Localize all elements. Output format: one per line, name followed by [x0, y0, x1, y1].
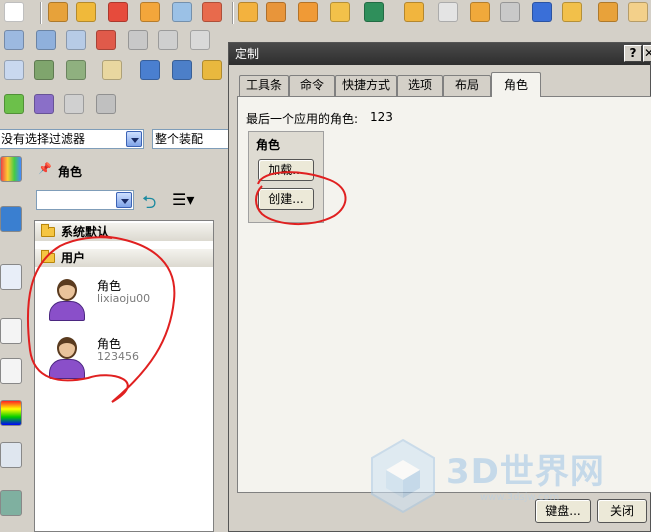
- draft-icon[interactable]: [404, 2, 424, 22]
- roles-panel: 📌 角色 ⮌ ☰▾ 系统默认 用户 角色 lixiaoju00 角色 12345…: [24, 152, 224, 532]
- group-label: 系统默认: [61, 225, 110, 239]
- trim-icon[interactable]: [500, 2, 520, 22]
- edge-blend-icon[interactable]: [438, 2, 458, 22]
- reference-set-icon[interactable]: [66, 60, 86, 80]
- pin-icon[interactable]: 📌: [38, 162, 52, 175]
- role-item[interactable]: 角色 lixiaoju00: [47, 275, 207, 329]
- boolean-icon[interactable]: [330, 2, 350, 22]
- tree-icon[interactable]: [34, 94, 54, 114]
- bridge-icon[interactable]: [128, 30, 148, 50]
- tab-commands[interactable]: 命令: [289, 75, 335, 96]
- back-arrow-icon[interactable]: ⮌: [142, 190, 156, 220]
- load-button[interactable]: 加载...: [258, 159, 314, 181]
- create-button[interactable]: 创建...: [258, 188, 314, 210]
- color-bar-icon[interactable]: [0, 400, 22, 426]
- tab-toolbars[interactable]: 工具条: [239, 75, 289, 96]
- dialog-titlebar[interactable]: 定制: [229, 43, 650, 65]
- assembly-navigator-icon[interactable]: [0, 156, 22, 182]
- roles-tab-icon[interactable]: [0, 490, 22, 516]
- dialog-title: 定制: [235, 47, 260, 61]
- roles-list: 系统默认 用户 角色 lixiaoju00 角色 123456: [34, 220, 214, 532]
- watermark-text: 3D世界网: [446, 452, 605, 492]
- cube-logo-icon: [371, 438, 435, 514]
- offset-icon[interactable]: [532, 2, 552, 22]
- group-system-default[interactable]: 系统默认: [35, 223, 213, 241]
- user-avatar-icon: [47, 275, 87, 321]
- role-item[interactable]: 角色 123456: [47, 333, 207, 387]
- sweep-icon[interactable]: [172, 2, 192, 22]
- last-role-value: 123: [370, 110, 393, 124]
- toolbar-separator: [232, 2, 234, 24]
- part-navigator-icon[interactable]: [0, 264, 22, 290]
- user-avatar-icon: [47, 333, 87, 379]
- ruled-icon[interactable]: [96, 30, 116, 50]
- selection-filter-value: 没有选择过滤器: [1, 132, 86, 146]
- chamfer-icon[interactable]: [470, 2, 490, 22]
- shell-icon[interactable]: [202, 2, 222, 22]
- boss-icon[interactable]: [140, 2, 160, 22]
- constraint-icon[interactable]: [172, 60, 192, 80]
- role-groupbox: 角色 加载... 创建...: [248, 131, 324, 223]
- measure-icon[interactable]: [96, 94, 116, 114]
- layer-icon[interactable]: [34, 60, 54, 80]
- palette-icon[interactable]: [0, 358, 22, 384]
- role-user: 123456: [97, 350, 139, 363]
- tab-options[interactable]: 选项: [397, 75, 443, 96]
- surface-icon[interactable]: [628, 2, 648, 22]
- chevron-down-icon[interactable]: [126, 131, 142, 147]
- role-group-label: 角色: [256, 138, 281, 152]
- tools-icon[interactable]: [0, 442, 22, 468]
- assembly-icon[interactable]: [364, 2, 384, 22]
- list-view-icon[interactable]: ☰▾: [172, 190, 194, 209]
- last-role-label: 最后一个应用的角色:: [246, 112, 359, 126]
- cylinder-icon[interactable]: [562, 2, 582, 22]
- edit-icon[interactable]: [102, 60, 122, 80]
- help-button[interactable]: ?: [624, 45, 642, 62]
- pattern-icon[interactable]: [266, 2, 286, 22]
- tab-layout[interactable]: 布局: [443, 75, 491, 96]
- watermark: 3D世界网 www.3dsjw.com: [368, 436, 638, 516]
- extrude-icon[interactable]: [48, 2, 68, 22]
- roles-tab-page: 最后一个应用的角色: 123 角色 加载... 创建...: [237, 96, 651, 493]
- grid-surface-icon[interactable]: [36, 30, 56, 50]
- close-icon[interactable]: ✕: [643, 45, 651, 62]
- group-user[interactable]: 用户: [35, 249, 213, 267]
- replace-icon[interactable]: [202, 60, 222, 80]
- datum-plane-icon[interactable]: [238, 2, 258, 22]
- folder-icon: [41, 224, 55, 237]
- chevron-down-icon[interactable]: [116, 192, 132, 208]
- check-icon[interactable]: [4, 94, 24, 114]
- history-icon[interactable]: [0, 318, 22, 344]
- wave-link-icon[interactable]: [4, 60, 24, 80]
- hole-icon[interactable]: [108, 2, 128, 22]
- roles-dropdown[interactable]: [36, 190, 134, 210]
- tab-shortcuts[interactable]: 快捷方式: [335, 75, 397, 96]
- assembly-scope-value: 整个装配: [155, 132, 204, 146]
- toolbar-separator: [40, 2, 42, 24]
- revolve-icon[interactable]: [76, 2, 96, 22]
- roles-panel-title: 角色: [58, 165, 83, 179]
- tab-roles[interactable]: 角色: [491, 72, 541, 97]
- move-icon[interactable]: [140, 60, 160, 80]
- selection-filter-dropdown[interactable]: 没有选择过滤器: [0, 129, 144, 149]
- n-sided-icon[interactable]: [158, 30, 178, 50]
- folder-open-icon: [41, 250, 55, 263]
- sheet-icon[interactable]: [190, 30, 210, 50]
- role-user: lixiaoju00: [97, 292, 151, 305]
- assembly-scope-dropdown[interactable]: 整个装配: [152, 129, 230, 149]
- through-curves-icon[interactable]: [66, 30, 86, 50]
- block-icon[interactable]: [598, 2, 618, 22]
- group-label: 用户: [61, 251, 86, 265]
- info-icon[interactable]: [0, 206, 22, 232]
- mesh-surface-icon[interactable]: [4, 30, 24, 50]
- new-file-icon[interactable]: [4, 2, 24, 22]
- mirror-icon[interactable]: [298, 2, 318, 22]
- watermark-url: www.3dsjw.com: [480, 492, 560, 503]
- table-icon[interactable]: [64, 94, 84, 114]
